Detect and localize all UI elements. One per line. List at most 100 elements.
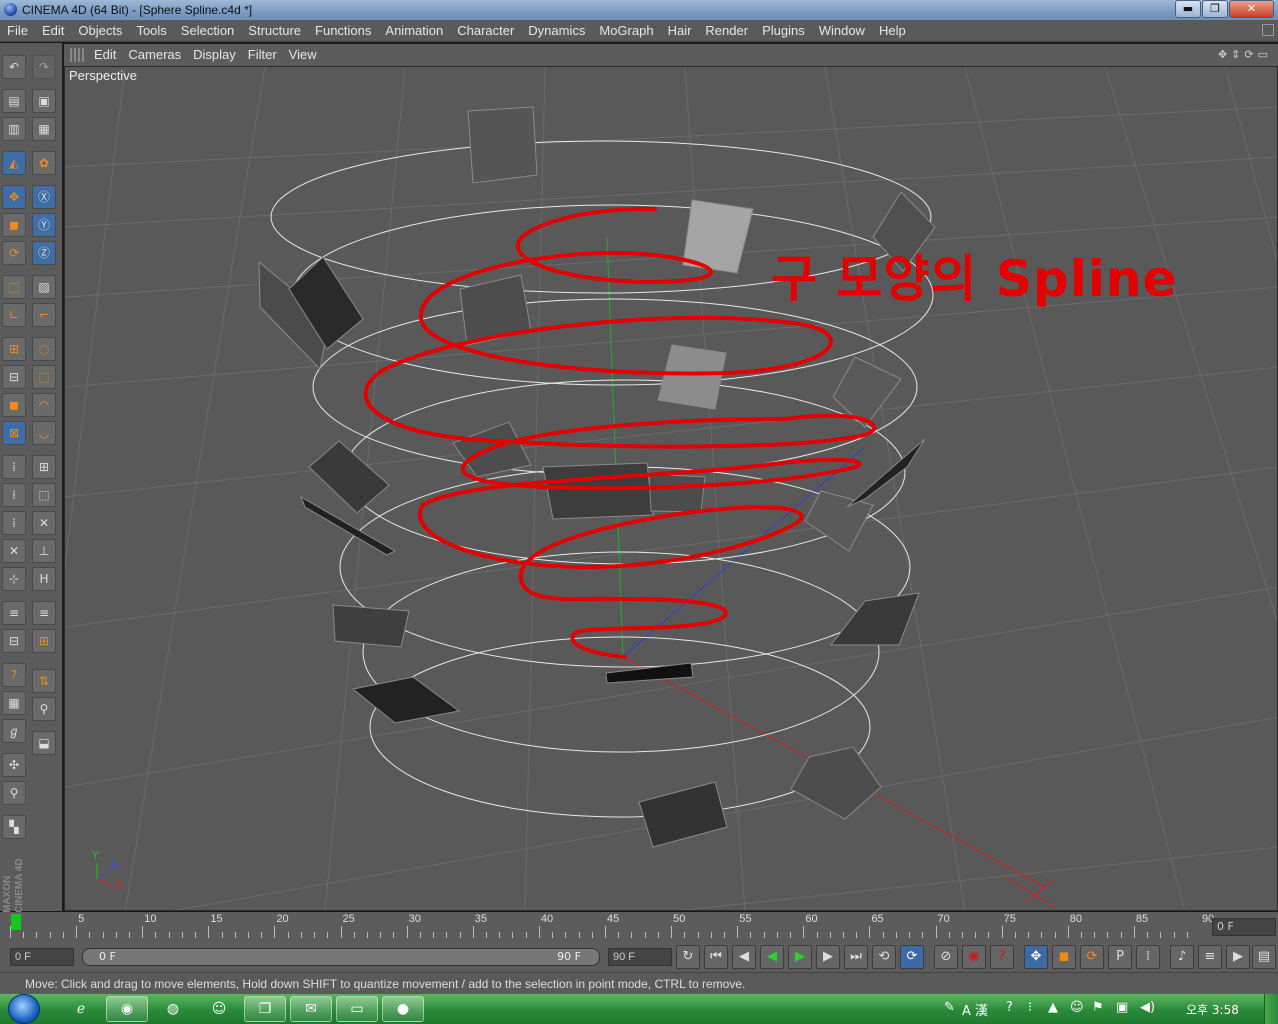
- menu-hair[interactable]: Hair: [661, 20, 699, 41]
- tweak-mode-icon[interactable]: ⌐: [32, 303, 56, 327]
- scale-key-icon[interactable]: ◼: [1052, 945, 1076, 969]
- x-axis-lock-icon[interactable]: Ⓧ: [32, 185, 56, 209]
- z-axis-lock-icon[interactable]: Ⓩ: [32, 241, 56, 265]
- menu-animation[interactable]: Animation: [378, 20, 450, 41]
- start-frame-field[interactable]: 0 F: [10, 948, 74, 966]
- edit-render-icon[interactable]: ▦: [32, 117, 56, 141]
- menu-plugins[interactable]: Plugins: [755, 20, 812, 41]
- goto-start-icon[interactable]: ⏮: [704, 945, 728, 969]
- render-all-icon[interactable]: ▤: [1252, 945, 1276, 969]
- frame-selected-icon[interactable]: ⬚: [32, 483, 56, 507]
- menu-objects[interactable]: Objects: [71, 20, 129, 41]
- menu-help[interactable]: Help: [872, 20, 913, 41]
- parameter-key-icon[interactable]: P: [1108, 945, 1132, 969]
- viewport-menu-cameras[interactable]: Cameras: [122, 44, 187, 66]
- checker-icon[interactable]: ▚: [2, 815, 26, 839]
- minimize-button[interactable]: ▬: [1175, 0, 1201, 18]
- script-icon[interactable]: ℊ: [2, 719, 26, 743]
- folder-icon[interactable]: ▭: [336, 996, 378, 1022]
- layout-toggle-icon[interactable]: [1262, 24, 1274, 36]
- viewport-menu-display[interactable]: Display: [187, 44, 242, 66]
- messenger-tray-icon[interactable]: ☺: [1070, 1000, 1084, 1015]
- texture-mode-icon[interactable]: ▨: [32, 275, 56, 299]
- goto-end-icon[interactable]: ⏭: [844, 945, 868, 969]
- viewport-menu-filter[interactable]: Filter: [242, 44, 283, 66]
- axis-mode-icon[interactable]: ∟: [2, 303, 26, 327]
- ime-indicator[interactable]: A 漢: [962, 1000, 988, 1019]
- rotation-key-icon[interactable]: ⟳: [1080, 945, 1104, 969]
- menu-edit[interactable]: Edit: [35, 20, 71, 41]
- viewport-icon[interactable]: ⬓: [32, 731, 56, 755]
- keyframe-selection-icon[interactable]: ?: [990, 945, 1014, 969]
- render-picture-icon[interactable]: ▥: [2, 117, 26, 141]
- grid-points-icon[interactable]: ⁞: [2, 455, 26, 479]
- grid-edges-icon[interactable]: ⊞: [32, 455, 56, 479]
- menu-functions[interactable]: Functions: [308, 20, 378, 41]
- repeat-icon[interactable]: ⟲: [872, 945, 896, 969]
- play-forwards-icon[interactable]: ▶: [788, 945, 812, 969]
- bridge-icon[interactable]: ⊥: [32, 539, 56, 563]
- explorer-copy-icon[interactable]: ❐: [244, 996, 286, 1022]
- menu-mograph[interactable]: MoGraph: [592, 20, 660, 41]
- coordinate-system-icon[interactable]: ⬚: [2, 275, 26, 299]
- sort-icon[interactable]: ⇅: [32, 669, 56, 693]
- viewport-menu-edit[interactable]: Edit: [88, 44, 122, 66]
- playhead[interactable]: [11, 914, 21, 930]
- menu-dynamics[interactable]: Dynamics: [521, 20, 592, 41]
- rotate-view-icon[interactable]: ⟳: [1244, 48, 1257, 61]
- network-icon[interactable]: ▣: [1116, 1000, 1128, 1015]
- autokey-icon[interactable]: ◉: [962, 945, 986, 969]
- timeline-icon[interactable]: ≡: [1198, 945, 1222, 969]
- flag-icon[interactable]: ⚑: [1092, 1000, 1104, 1015]
- record-mode-icon[interactable]: ⟳: [900, 945, 924, 969]
- menu-tools[interactable]: Tools: [129, 20, 173, 41]
- menu-structure[interactable]: Structure: [241, 20, 308, 41]
- help-icon[interactable]: ?: [1006, 1000, 1013, 1015]
- grid-polys-icon[interactable]: ⁞: [2, 483, 26, 507]
- play-backwards-icon[interactable]: ◀: [760, 945, 784, 969]
- points-mode-icon[interactable]: ⊞: [2, 337, 26, 361]
- hierarchy-icon[interactable]: ⊞: [32, 629, 56, 653]
- scale-tool-icon[interactable]: ◼: [2, 213, 26, 237]
- internet-explorer-icon[interactable]: ℯ: [60, 996, 102, 1022]
- cinema4d-app-icon[interactable]: [4, 3, 17, 16]
- layer-browser-icon[interactable]: ≡: [32, 601, 56, 625]
- knife-icon[interactable]: ✕: [32, 511, 56, 535]
- extrude-icon[interactable]: H: [32, 567, 56, 591]
- show-hidden-icons[interactable]: ▲: [1048, 1000, 1058, 1015]
- grip-icon[interactable]: [70, 48, 84, 62]
- magnet-icon[interactable]: ✕: [2, 539, 26, 563]
- live-selection-icon[interactable]: ◌: [32, 337, 56, 361]
- rotate-tool-icon[interactable]: ⟳: [2, 241, 26, 265]
- motion-system-icon[interactable]: ♪: [1170, 945, 1194, 969]
- menu-window[interactable]: Window: [812, 20, 872, 41]
- render-settings-icon[interactable]: ▣: [32, 89, 56, 113]
- start-button[interactable]: [8, 994, 40, 1024]
- firefox-icon[interactable]: ◍: [152, 996, 194, 1022]
- point-level-key-icon[interactable]: ⁞: [1136, 945, 1160, 969]
- preview-range-slider[interactable]: 0 F 90 F: [82, 948, 600, 966]
- viewport-menu-view[interactable]: View: [283, 44, 323, 66]
- array-icon[interactable]: ⁞: [2, 511, 26, 535]
- ime-options-icon[interactable]: ⁝: [1028, 1000, 1032, 1015]
- structure-icon[interactable]: ⊟: [2, 629, 26, 653]
- close-button[interactable]: ✕: [1229, 0, 1274, 18]
- position-key-icon[interactable]: ✥: [1024, 945, 1048, 969]
- frame-ruler[interactable]: 051015202530354045505560657075808590: [10, 912, 1214, 942]
- move-tool-icon[interactable]: ✥: [2, 185, 26, 209]
- timeline-ruler[interactable]: 051015202530354045505560657075808590 0 F: [0, 912, 1278, 942]
- move-view-icon[interactable]: ✥: [1218, 48, 1231, 61]
- pen-icon[interactable]: ✎: [944, 1000, 955, 1015]
- messenger-icon[interactable]: ☺: [198, 996, 240, 1022]
- menu-render[interactable]: Render: [698, 20, 755, 41]
- chat-icon[interactable]: ✉: [290, 996, 332, 1022]
- redo-icon[interactable]: ↷: [32, 55, 56, 79]
- render-active-icon[interactable]: ▶: [1226, 945, 1250, 969]
- maximize-button[interactable]: ❐: [1202, 0, 1228, 18]
- current-frame-field[interactable]: 0 F: [1212, 918, 1276, 936]
- maximize-view-icon[interactable]: ▭: [1258, 48, 1272, 61]
- volume-icon[interactable]: ◀): [1140, 1000, 1155, 1015]
- end-frame-field[interactable]: 90 F: [608, 948, 672, 966]
- polygon-selection-icon[interactable]: ◡: [32, 421, 56, 445]
- edges-mode-icon[interactable]: ⊟: [2, 365, 26, 389]
